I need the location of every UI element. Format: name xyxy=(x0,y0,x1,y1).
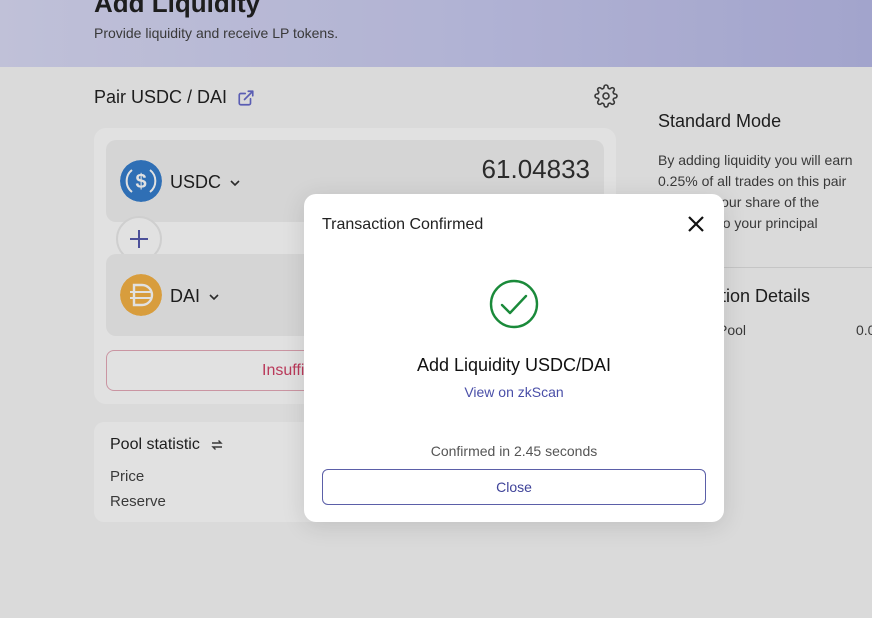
view-on-zkscan-wrap: View on zkScan xyxy=(304,384,724,400)
close-icon[interactable] xyxy=(686,214,706,234)
success-check-icon xyxy=(489,279,539,329)
confirmed-time-text: Confirmed in 2.45 seconds xyxy=(430,443,598,459)
modal-title: Transaction Confirmed xyxy=(322,216,484,233)
view-on-zkscan-link[interactable]: View on zkScan xyxy=(464,384,563,400)
modal-heading: Add Liquidity USDC/DAI xyxy=(416,355,612,375)
close-button[interactable]: Close xyxy=(322,469,706,505)
transaction-confirmed-modal: Transaction Confirmed Add Liquidity USDC… xyxy=(304,194,724,522)
